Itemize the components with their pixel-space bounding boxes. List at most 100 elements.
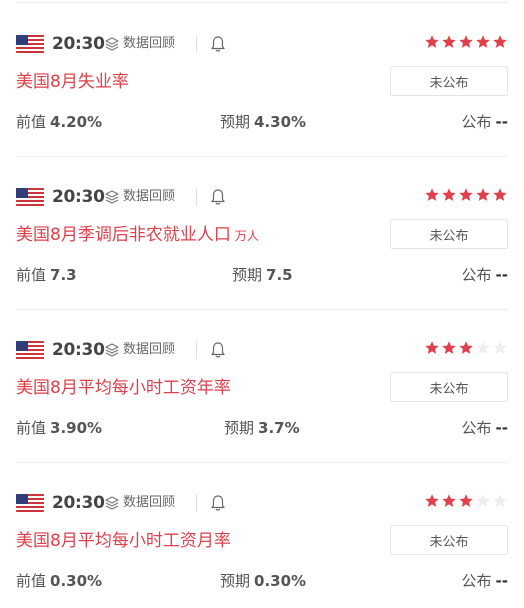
star-filled-icon [459, 188, 473, 201]
us-flag-icon [16, 494, 44, 512]
calendar-item[interactable]: 20:30 数据回顾 美国8月失业率 未公布 前值4.20% 预期4.30% [0, 4, 524, 157]
star-filled-icon [476, 188, 490, 201]
actual-value-group: 公布 -- [462, 569, 508, 593]
previous-value-group: 前值 3.90% [16, 416, 102, 440]
star-filled-icon [425, 35, 439, 48]
data-review-link[interactable]: 数据回顾 [104, 32, 175, 56]
star-filled-icon [425, 341, 439, 354]
layers-icon [105, 496, 119, 510]
release-time: 20:30 [52, 340, 105, 360]
indicator-name: 美国8月平均每小时工资月率 [16, 531, 231, 551]
data-review-link[interactable]: 数据回顾 [104, 185, 175, 209]
star-empty-icon [476, 494, 490, 507]
actual-value: -- [495, 113, 508, 131]
previous-value-group: 前值 4.20% [16, 110, 102, 134]
indicator-unit: 万人 [234, 229, 259, 243]
separator [196, 35, 197, 53]
item-header: 20:30 数据回顾 [16, 32, 508, 58]
status-button[interactable]: 未公布 [390, 525, 508, 555]
item-header: 20:30 数据回顾 [16, 185, 508, 211]
us-flag-icon [16, 341, 44, 359]
star-filled-icon [476, 35, 490, 48]
indicator-title[interactable]: 美国8月平均每小时工资年率 [16, 376, 235, 401]
previous-value: 7.3 [50, 266, 77, 284]
star-filled-icon [442, 35, 456, 48]
status-button[interactable]: 未公布 [390, 66, 508, 96]
actual-label: 公布 [461, 419, 492, 437]
actual-value-group: 公布 -- [462, 263, 508, 287]
forecast-value: 4.30% [254, 113, 307, 131]
indicator-title[interactable]: 美国8月平均每小时工资月率 [16, 529, 235, 554]
separator [196, 188, 197, 206]
importance-rating [424, 340, 508, 360]
actual-value-group: 公布 -- [462, 110, 508, 134]
star-empty-icon [476, 341, 490, 354]
forecast-value-group: 预期 3.7% [224, 416, 300, 440]
us-flag-icon [16, 35, 44, 53]
previous-value: 0.30% [50, 572, 103, 590]
star-empty-icon [493, 341, 507, 354]
status-button[interactable]: 未公布 [390, 219, 508, 249]
actual-label: 公布 [461, 572, 492, 590]
release-time: 20:30 [52, 34, 105, 54]
forecast-label: 预期 [232, 266, 263, 284]
star-filled-icon [442, 341, 456, 354]
star-filled-icon [493, 188, 507, 201]
bell-icon[interactable] [208, 34, 228, 54]
bell-icon[interactable] [208, 493, 228, 513]
forecast-value: 3.7% [258, 419, 300, 437]
star-filled-icon [425, 188, 439, 201]
data-review-link[interactable]: 数据回顾 [104, 338, 175, 362]
previous-label: 前值 [16, 572, 47, 590]
values-row: 前值 0.30% 预期 0.30% 公布 -- [16, 569, 508, 593]
status-button[interactable]: 未公布 [390, 372, 508, 402]
values-row: 前值 3.90% 预期 3.7% 公布 -- [16, 416, 508, 440]
forecast-value: 0.30% [254, 572, 307, 590]
item-header: 20:30 数据回顾 [16, 338, 508, 364]
star-filled-icon [459, 35, 473, 48]
indicator-title[interactable]: 美国8月季调后非农就业人口 万人 [16, 223, 259, 248]
separator [196, 494, 197, 512]
forecast-value: 7.5 [266, 266, 293, 284]
star-empty-icon [493, 494, 507, 507]
layers-icon [105, 343, 119, 357]
forecast-label: 预期 [220, 572, 251, 590]
calendar-item[interactable]: 20:30 数据回顾 美国8月季调后非农就业人口 万人 未公布 前值 7.3 预期 [0, 157, 524, 310]
star-filled-icon [493, 35, 507, 48]
actual-value: -- [495, 266, 508, 284]
previous-value: 3.90% [50, 419, 103, 437]
previous-value: 4.20% [50, 113, 103, 131]
data-review-label: 数据回顾 [123, 36, 176, 51]
actual-value: -- [495, 572, 508, 590]
star-filled-icon [442, 188, 456, 201]
star-filled-icon [459, 341, 473, 354]
indicator-name: 美国8月平均每小时工资年率 [16, 378, 231, 398]
importance-rating [424, 187, 508, 207]
indicator-name: 美国8月季调后非农就业人口 [16, 225, 231, 245]
forecast-label: 预期 [224, 419, 255, 437]
previous-label: 前值 [16, 266, 47, 284]
previous-label: 前值 [16, 419, 47, 437]
forecast-value-group: 预期 0.30% [220, 569, 306, 593]
values-row: 前值 7.3 预期 7.5 公布 -- [16, 263, 508, 287]
calendar-item[interactable]: 20:30 数据回顾 美国8月平均每小时工资月率 未公布 前值0.30% 预期 [0, 463, 524, 608]
calendar-item[interactable]: 20:30 数据回顾 美国8月平均每小时工资年率 未公布 前值3.90% 预期 [0, 310, 524, 463]
separator [196, 341, 197, 359]
importance-rating [424, 34, 508, 54]
forecast-value-group: 预期 7.5 [232, 263, 293, 287]
item-header: 20:30 数据回顾 [16, 491, 508, 517]
data-review-label: 数据回顾 [123, 189, 176, 204]
star-filled-icon [442, 494, 456, 507]
layers-icon [105, 37, 119, 51]
star-filled-icon [459, 494, 473, 507]
data-review-label: 数据回顾 [123, 342, 176, 357]
forecast-label: 预期 [220, 113, 251, 131]
top-divider [16, 2, 508, 3]
release-time: 20:30 [52, 493, 105, 513]
indicator-title[interactable]: 美国8月失业率 [16, 70, 133, 95]
values-row: 前值 4.20% 预期 4.30% 公布 -- [16, 110, 508, 134]
previous-value-group: 前值 7.3 [16, 263, 77, 287]
data-review-link[interactable]: 数据回顾 [104, 491, 175, 515]
bell-icon[interactable] [208, 340, 228, 360]
bell-icon[interactable] [208, 187, 228, 207]
